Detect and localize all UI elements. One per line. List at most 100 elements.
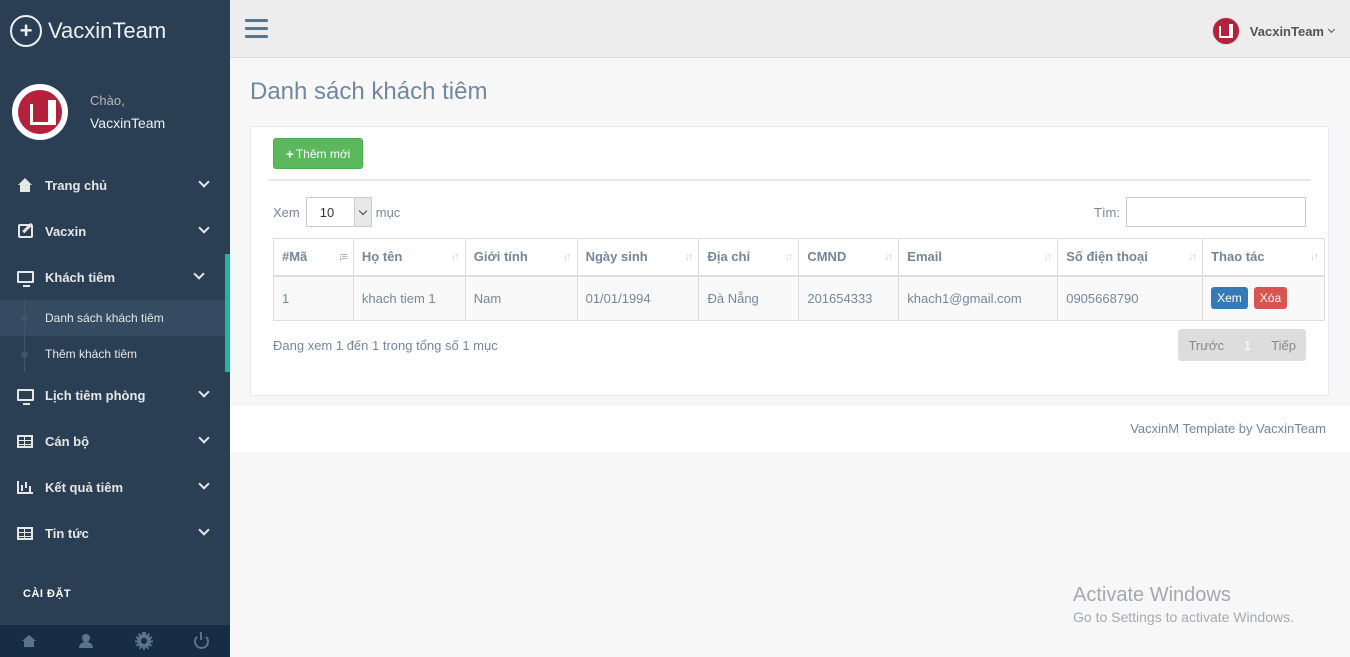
column-header-email[interactable]: Email ↓↑ xyxy=(898,238,1059,277)
sort-asc-icon: ↓≡ xyxy=(337,251,348,263)
sidebar-item-label: Vacxin xyxy=(45,223,87,239)
chevron-down-icon xyxy=(198,432,210,444)
page-footer: VacxinM Template by VacxinTeam xyxy=(230,406,1350,452)
sidebar-item-trang-chu[interactable]: Trang chủ xyxy=(0,162,230,208)
sidebar-item-lich-tiem-phong[interactable]: Lịch tiêm phòng xyxy=(0,372,230,418)
profile-name: VacxinTeam xyxy=(90,115,166,131)
table-row: 1 khach tiem 1 Nam 01/01/1994 Đà Nẵng 20… xyxy=(273,275,1325,321)
chevron-down-icon xyxy=(198,176,210,188)
footer-logout-button[interactable] xyxy=(173,625,231,657)
desktop-icon xyxy=(16,271,34,287)
chevron-down-icon xyxy=(198,478,210,490)
length-prefix: Xem xyxy=(273,204,300,220)
submenu-khach-tiem: Danh sách khách tiêm Thêm khách tiêm xyxy=(0,300,230,372)
sidebar-item-tin-tuc[interactable]: Tin tức xyxy=(0,510,230,556)
column-header-ngay-sinh[interactable]: Ngày sinh ↓↑ xyxy=(576,238,700,277)
table-icon xyxy=(17,526,33,540)
avatar xyxy=(1211,17,1240,45)
chevron-down-icon xyxy=(198,524,210,536)
table-icon xyxy=(17,434,33,448)
sort-icon: ↓↑ xyxy=(1310,251,1319,263)
user-name: VacxinTeam xyxy=(1249,23,1324,39)
add-new-button[interactable]: + Thêm mới xyxy=(273,138,363,169)
brand[interactable]: + VacxinTeam xyxy=(0,0,230,62)
brand-name: VacxinTeam xyxy=(48,18,167,43)
plus-logo-icon: + xyxy=(10,15,42,47)
sidebar-item-label: Cán bộ xyxy=(45,433,90,449)
page-length-value: 10 xyxy=(319,204,335,220)
sidebar-subitem-danh-sach-khach-tiem[interactable]: Danh sách khách tiêm xyxy=(0,300,225,336)
settings-heading: CÀI ĐẶT xyxy=(23,588,72,600)
pagination-prev-button[interactable]: Trước xyxy=(1178,338,1234,353)
sort-icon: ↓↑ xyxy=(884,251,893,263)
sidebar-item-can-bo[interactable]: Cán bộ xyxy=(0,418,230,464)
view-button[interactable]: Xem xyxy=(1211,287,1248,310)
column-header-ma[interactable]: #Mã ↓≡ xyxy=(273,238,354,277)
column-header-dia-chi[interactable]: Địa chỉ ↓↑ xyxy=(698,238,800,277)
home-icon xyxy=(17,178,33,192)
sidebar-item-ket-qua-tiem[interactable]: Kết quả tiêm xyxy=(0,464,230,510)
column-header-gioi-tinh[interactable]: Giới tính ↓↑ xyxy=(464,238,578,277)
chevron-down-icon xyxy=(198,222,210,234)
search-label: Tìm: xyxy=(1094,204,1120,220)
sort-icon: ↓↑ xyxy=(1043,251,1052,263)
pagination-page-1[interactable]: 1 xyxy=(1234,338,1261,353)
greeting: Chào, xyxy=(90,93,125,108)
sort-icon: ↓↑ xyxy=(562,251,572,263)
customers-table: #Mã ↓≡ Họ tên ↓↑ Giới tính ↓↑ Ngày sinh ↓↑ Đ… xyxy=(273,238,1325,321)
cell-dia-chi: Đà Nẵng xyxy=(698,275,800,321)
table-header-row: #Mã ↓≡ Họ tên ↓↑ Giới tính ↓↑ Ngày sinh ↓↑ Đ… xyxy=(273,238,1325,277)
column-header-cmnd[interactable]: CMND ↓↑ xyxy=(798,238,900,277)
footer-credit: VacxinM Template by VacxinTeam xyxy=(1130,421,1326,436)
search-control: Tìm: xyxy=(1094,197,1306,227)
sidebar-item-label: Khách tiêm xyxy=(45,269,116,285)
cell-ma: 1 xyxy=(273,275,354,321)
delete-button[interactable]: Xóa xyxy=(1253,287,1288,310)
footer-user-button[interactable] xyxy=(58,625,116,657)
length-suffix: mục xyxy=(375,204,401,220)
divider xyxy=(268,179,1311,181)
chevron-down-icon xyxy=(353,198,371,226)
sidebar-footer xyxy=(0,625,230,657)
pagination: Trước 1 Tiếp xyxy=(1178,329,1306,361)
sidebar-item-label: Kết quả tiêm xyxy=(45,479,124,495)
column-header-so-dien-thoai[interactable]: Số điện thoại ↓↑ xyxy=(1057,238,1204,277)
avatar xyxy=(12,84,68,140)
cell-email: khach1@gmail.com xyxy=(898,275,1059,321)
column-header-ho-ten[interactable]: Họ tên ↓↑ xyxy=(352,238,466,277)
desktop-icon xyxy=(16,389,34,405)
footer-settings-button[interactable] xyxy=(115,625,173,657)
profile: Chào, VacxinTeam xyxy=(0,62,230,162)
pagination-next-button[interactable]: Tiếp xyxy=(1261,338,1306,353)
home-icon xyxy=(21,635,36,647)
sort-icon: ↓↑ xyxy=(1188,251,1197,263)
sidebar-item-khach-tiem[interactable]: Khách tiêm xyxy=(0,254,230,300)
edit-icon xyxy=(17,224,33,238)
search-input[interactable] xyxy=(1126,197,1306,227)
sidebar-item-label: Tin tức xyxy=(45,525,89,541)
watermark-subtitle: Go to Settings to activate Windows. xyxy=(1073,609,1294,625)
power-icon xyxy=(193,631,209,649)
footer-home-button[interactable] xyxy=(0,625,58,657)
sidebar-item-label: Trang chủ xyxy=(45,177,108,193)
plus-icon: + xyxy=(285,145,294,162)
sidebar-item-vacxin[interactable]: Vacxin xyxy=(0,208,230,254)
user-menu[interactable]: VacxinTeam xyxy=(1211,17,1336,45)
menu-toggle-icon[interactable] xyxy=(245,19,268,38)
page-length-select[interactable]: 10 xyxy=(305,197,372,227)
column-header-thao-tac[interactable]: Thao tác ↓↑ xyxy=(1202,238,1325,277)
page-length-control: Xem 10 mục xyxy=(273,197,400,227)
chevron-down-icon xyxy=(193,268,205,280)
page-title: Danh sách khách tiêm xyxy=(250,78,488,105)
cell-sdt: 0905668790 xyxy=(1057,275,1204,321)
table-info: Đang xem 1 đến 1 trong tổng số 1 mục xyxy=(273,338,498,353)
sidebar-subitem-them-khach-tiem[interactable]: Thêm khách tiêm xyxy=(0,336,225,372)
user-icon xyxy=(79,634,94,648)
content-panel: + Thêm mới Xem 10 mục Tìm: #Mã ↓≡ Họ tên ↓… xyxy=(250,126,1329,396)
sidebar-item-label: Lịch tiêm phòng xyxy=(45,387,146,403)
add-new-label: Thêm mới xyxy=(295,146,351,161)
bar-chart-icon xyxy=(17,480,33,494)
cell-cmnd: 201654333 xyxy=(798,275,900,321)
sort-icon: ↓↑ xyxy=(450,251,460,263)
gear-icon xyxy=(134,632,153,650)
